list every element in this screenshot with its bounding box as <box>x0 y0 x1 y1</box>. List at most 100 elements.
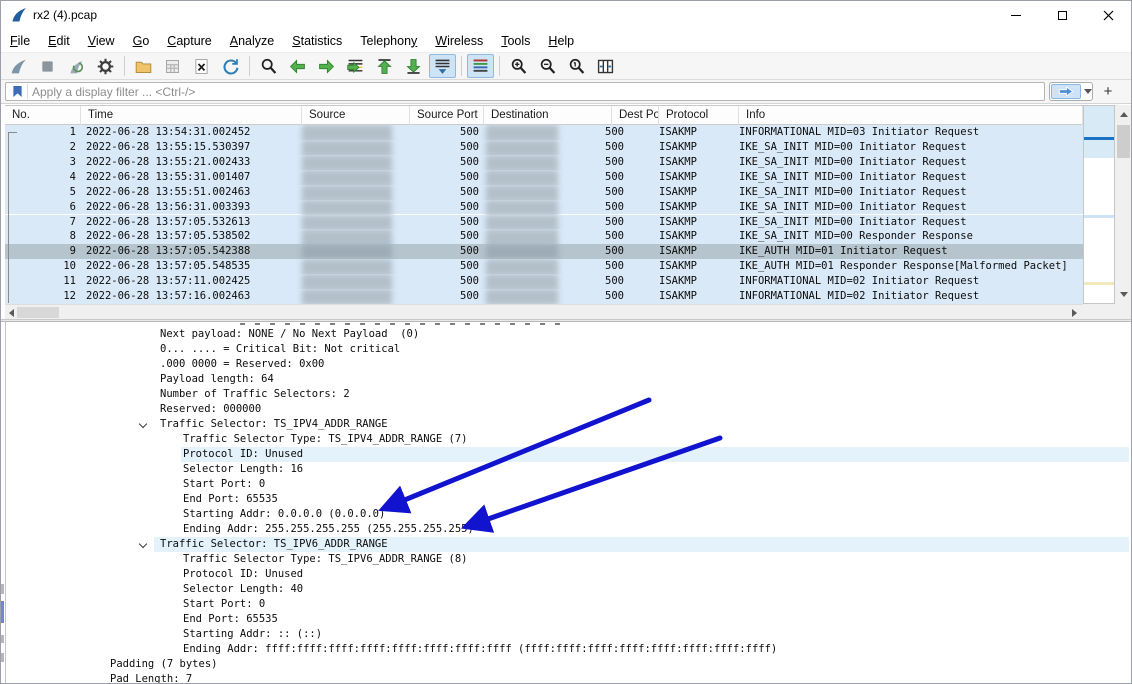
column-header-source[interactable]: Source <box>302 106 410 125</box>
packet-row-4[interactable]: 42022-06-28 13:55:31.001407500500ISAKMPI… <box>5 170 1083 185</box>
detail-line[interactable]: 0... .... = Critical Bit: Not critical <box>6 342 1131 357</box>
vscroll-thumb[interactable] <box>1117 125 1130 158</box>
detail-line[interactable]: Number of Traffic Selectors: 2 <box>6 387 1131 402</box>
menu-item-file[interactable]: File <box>1 29 39 53</box>
detail-line[interactable]: Ending Addr: 255.255.255.255 (255.255.25… <box>6 522 1131 537</box>
detail-line[interactable]: Start Port: 0 <box>6 477 1131 492</box>
scroll-right-arrow-icon[interactable] <box>1072 309 1077 317</box>
filter-dropdown-caret[interactable] <box>1084 89 1092 94</box>
packet-row-8[interactable]: 82022-06-28 13:57:05.538502500500ISAKMPI… <box>5 229 1083 244</box>
detail-line[interactable]: Traffic Selector: TS_IPV4_ADDR_RANGE <box>6 417 1131 432</box>
detail-line[interactable]: Traffic Selector Type: TS_IPV4_ADDR_RANG… <box>6 432 1131 447</box>
menu-item-help[interactable]: Help <box>539 29 583 53</box>
menu-item-view[interactable]: View <box>79 29 124 53</box>
packet-row-2[interactable]: 22022-06-28 13:55:15.530397500500ISAKMPI… <box>5 140 1083 155</box>
redacted-source-address <box>302 155 392 171</box>
menu-item-edit[interactable]: Edit <box>39 29 79 53</box>
detail-line[interactable]: .000 0000 = Reserved: 0x00 <box>6 357 1131 372</box>
column-header-destination[interactable]: Destination <box>484 106 612 125</box>
packet-row-10[interactable]: 102022-06-28 13:57:05.548535500500ISAKMP… <box>5 259 1083 274</box>
detail-line[interactable]: Protocol ID: Unused <box>6 567 1131 582</box>
packet-list-hscrollbar[interactable] <box>5 304 1083 319</box>
detail-line[interactable]: Ending Addr: ffff:ffff:ffff:ffff:ffff:ff… <box>6 642 1131 657</box>
auto-scroll-button[interactable] <box>429 54 456 78</box>
column-header-no-[interactable]: No. <box>5 106 81 125</box>
colorize-packets-button[interactable] <box>467 54 494 78</box>
expand-chevron-icon[interactable] <box>139 420 147 428</box>
menu-item-tools[interactable]: Tools <box>492 29 539 53</box>
detail-line[interactable]: Start Port: 0 <box>6 597 1131 612</box>
zoom-original-button[interactable] <box>563 54 590 78</box>
hscroll-thumb[interactable] <box>17 307 59 318</box>
close-button[interactable] <box>1085 1 1131 29</box>
detail-line[interactable]: Reserved: 000000 <box>6 402 1131 417</box>
save-file-button[interactable] <box>159 54 186 78</box>
capture-options-button[interactable] <box>92 54 119 78</box>
maximize-button[interactable] <box>1039 1 1085 29</box>
detail-line[interactable]: End Port: 65535 <box>6 612 1131 627</box>
scrollbar-corner <box>1083 304 1132 319</box>
menu-item-wireless[interactable]: Wireless <box>426 29 492 53</box>
packet-protocol: ISAKMP <box>659 259 697 274</box>
zoom-in-button[interactable] <box>505 54 532 78</box>
filter-bookmark-button[interactable] <box>7 84 28 99</box>
packet-row-12[interactable]: 122022-06-28 13:57:16.002463500500ISAKMP… <box>5 289 1083 304</box>
packet-no: 9 <box>11 244 76 259</box>
detail-line[interactable]: Protocol ID: Unused <box>6 447 1131 462</box>
scroll-left-arrow-icon[interactable] <box>9 309 14 317</box>
menu-item-analyze[interactable]: Analyze <box>221 29 283 53</box>
apply-filter-button[interactable] <box>1051 84 1081 99</box>
column-header-protocol[interactable]: Protocol <box>659 106 739 125</box>
go-last-packet-button[interactable] <box>400 54 427 78</box>
packet-row-6[interactable]: 62022-06-28 13:56:31.003393500500ISAKMPI… <box>5 200 1083 215</box>
detail-line[interactable]: End Port: 65535 <box>6 492 1131 507</box>
go-forward-button[interactable] <box>313 54 340 78</box>
go-to-packet-button[interactable] <box>342 54 369 78</box>
menu-item-capture[interactable]: Capture <box>158 29 220 53</box>
menu-item-statistics[interactable]: Statistics <box>283 29 351 53</box>
packet-row-9[interactable]: 92022-06-28 13:57:05.542388500500ISAKMPI… <box>5 244 1083 259</box>
column-header-dest-port[interactable]: Dest Port <box>612 106 659 125</box>
detail-line[interactable]: Padding (7 bytes) <box>6 657 1131 672</box>
column-header-info[interactable]: Info <box>739 106 1083 125</box>
packet-row-3[interactable]: 32022-06-28 13:55:21.002433500500ISAKMPI… <box>5 155 1083 170</box>
restart-capture-button[interactable] <box>63 54 90 78</box>
detail-line[interactable]: Traffic Selector Type: TS_IPV6_ADDR_RANG… <box>6 552 1131 567</box>
intelligent-scrollbar[interactable] <box>1083 105 1115 304</box>
packet-row-5[interactable]: 52022-06-28 13:55:51.002463500500ISAKMPI… <box>5 185 1083 200</box>
close-file-button[interactable] <box>188 54 215 78</box>
scroll-down-arrow-icon[interactable] <box>1120 292 1128 297</box>
column-header-source-port[interactable]: Source Port <box>410 106 484 125</box>
display-filter-input[interactable] <box>32 83 1032 100</box>
redacted-destination-address <box>486 244 558 260</box>
stop-capture-button[interactable] <box>34 54 61 78</box>
go-forward-icon <box>317 57 336 76</box>
menu-item-telephony[interactable]: Telephony <box>351 29 426 53</box>
detail-line[interactable]: Next payload: NONE / No Next Payload (0) <box>6 327 1131 342</box>
column-header-time[interactable]: Time <box>81 106 302 125</box>
menu-item-go[interactable]: Go <box>124 29 159 53</box>
detail-line[interactable]: Selector Length: 16 <box>6 462 1131 477</box>
resize-columns-button[interactable] <box>592 54 619 78</box>
detail-line[interactable]: Pad Length: 7 <box>6 672 1131 684</box>
find-packet-button[interactable] <box>255 54 282 78</box>
minimize-button[interactable] <box>993 1 1039 29</box>
detail-line[interactable]: Starting Addr: :: (::) <box>6 627 1131 642</box>
detail-line[interactable]: Selector Length: 40 <box>6 582 1131 597</box>
open-file-button[interactable] <box>130 54 157 78</box>
start-capture-button[interactable] <box>5 54 32 78</box>
packet-row-7[interactable]: 72022-06-28 13:57:05.532613500500ISAKMPI… <box>5 215 1083 230</box>
add-filter-button[interactable]: + <box>1099 82 1117 101</box>
packet-list-vscrollbar[interactable] <box>1115 105 1132 304</box>
packet-row-1[interactable]: 12022-06-28 13:54:31.002452500500ISAKMPI… <box>5 125 1083 140</box>
expand-chevron-icon[interactable] <box>139 540 147 548</box>
detail-line[interactable]: Payload length: 64 <box>6 372 1131 387</box>
detail-line[interactable]: Traffic Selector: TS_IPV6_ADDR_RANGE <box>6 537 1131 552</box>
packet-row-11[interactable]: 112022-06-28 13:57:11.002425500500ISAKMP… <box>5 274 1083 289</box>
go-back-button[interactable] <box>284 54 311 78</box>
scroll-up-arrow-icon[interactable] <box>1120 112 1128 117</box>
reload-file-button[interactable] <box>217 54 244 78</box>
zoom-out-button[interactable] <box>534 54 561 78</box>
detail-line[interactable]: Starting Addr: 0.0.0.0 (0.0.0.0) <box>6 507 1131 522</box>
go-first-packet-button[interactable] <box>371 54 398 78</box>
